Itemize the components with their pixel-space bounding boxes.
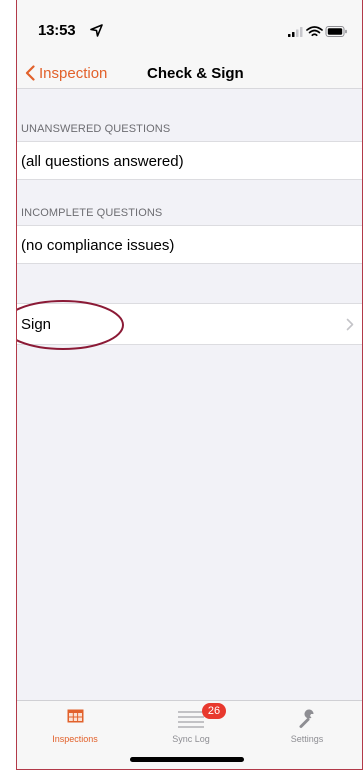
unanswered-questions-cell: (all questions answered) — [17, 141, 362, 180]
incomplete-questions-cell: (no compliance issues) — [17, 225, 362, 264]
tab-bar: Inspections 26 Sync Log Settings — [17, 700, 362, 769]
wifi-icon — [306, 26, 323, 37]
location-arrow-icon — [90, 24, 103, 37]
tab-inspections[interactable]: Inspections — [17, 701, 133, 751]
tab-sync-log[interactable]: 26 Sync Log — [133, 701, 249, 751]
tab-inspections-label: Inspections — [52, 734, 98, 744]
navbar-divider — [17, 88, 362, 89]
status-time: 13:53 — [38, 22, 76, 39]
section-header-unanswered: UNANSWERED QUESTIONS — [21, 123, 171, 135]
tab-sync-log-label: Sync Log — [172, 734, 210, 744]
status-bar: 13:53 — [17, 0, 362, 58]
tab-settings-label: Settings — [290, 734, 324, 744]
list-icon — [178, 711, 204, 728]
back-button[interactable]: Inspection — [25, 61, 107, 85]
inspections-grid-icon — [67, 709, 83, 723]
home-indicator — [130, 757, 244, 762]
section-header-incomplete: INCOMPLETE QUESTIONS — [21, 207, 163, 219]
chevron-left-icon — [25, 65, 35, 81]
incomplete-questions-value: (no compliance issues) — [21, 237, 175, 254]
battery-icon — [325, 26, 347, 37]
page-title: Check & Sign — [147, 65, 244, 82]
sign-row[interactable]: Sign — [17, 303, 362, 345]
navigation-bar: Inspection Check & Sign — [17, 58, 362, 88]
phone-screen: 13:53 Inspection Check & Sign UNANSWERED… — [16, 0, 363, 770]
chevron-right-icon — [346, 318, 354, 331]
tab-settings[interactable]: Settings — [249, 701, 362, 751]
system-status-icons — [288, 26, 347, 37]
cellular-signal-icon — [288, 27, 303, 37]
unanswered-questions-value: (all questions answered) — [21, 153, 184, 170]
sign-label: Sign — [21, 316, 52, 333]
wrench-icon — [299, 709, 314, 728]
sync-log-badge: 26 — [202, 703, 226, 719]
back-button-label: Inspection — [39, 64, 108, 82]
